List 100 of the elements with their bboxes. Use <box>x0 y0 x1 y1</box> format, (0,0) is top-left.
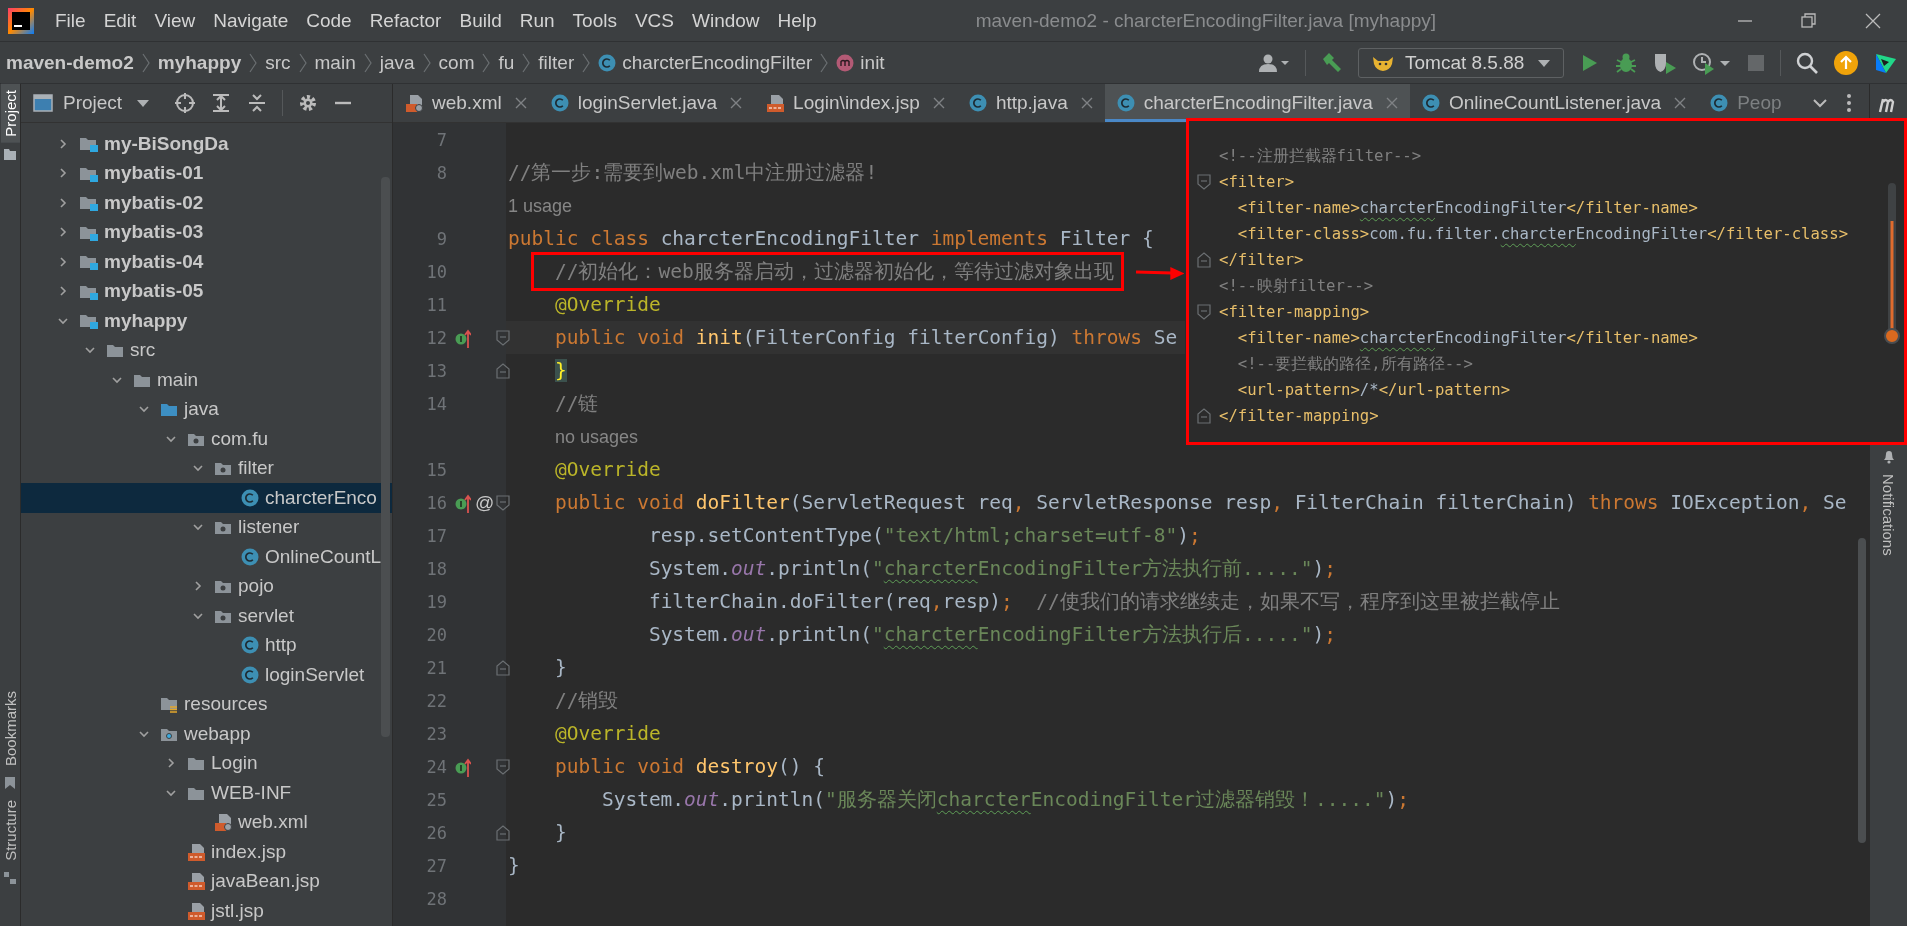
breadcrumb-item[interactable]: maven-demo2 <box>6 51 134 74</box>
tool-window-tab[interactable]: Structure <box>0 793 20 867</box>
tool-window-tab[interactable]: Notifications <box>1879 468 1898 562</box>
fold-marker-icon[interactable] <box>495 494 510 511</box>
code-line: resp.setContentType("text/html;charset=utf-8"); <box>647 523 1201 549</box>
tree-item[interactable]: jstl.jsp <box>21 896 392 926</box>
menu-item[interactable]: Edit <box>94 9 146 32</box>
bell-icon[interactable] <box>1881 448 1896 464</box>
tree-item[interactable]: javaBean.jsp <box>21 866 392 896</box>
crosshair-icon[interactable] <box>174 92 197 114</box>
tree-item[interactable]: web.xml <box>21 807 392 837</box>
breadcrumb-item[interactable]: main <box>314 51 356 74</box>
tree-item[interactable]: charcterEnco <box>21 483 392 513</box>
fold-marker-icon[interactable] <box>1197 304 1211 320</box>
fold-marker-icon[interactable] <box>495 329 510 346</box>
editor-tab[interactable]: loginServlet.java <box>538 84 755 122</box>
code-line: </filter-mapping> <box>1219 406 1379 427</box>
breadcrumb-item[interactable]: filter <box>538 51 575 74</box>
search-icon[interactable] <box>1795 50 1819 75</box>
tree-item[interactable]: OnlineCountL <box>21 542 392 572</box>
tree-item[interactable]: servlet <box>21 601 392 631</box>
tree-item[interactable]: mybatis-04 <box>21 247 392 277</box>
editor-tab[interactable]: OnlineCountListener.java <box>1409 84 1699 122</box>
menu-item[interactable]: File <box>46 9 95 32</box>
implementation-marker-icon[interactable] <box>455 756 471 777</box>
structure-icon[interactable] <box>3 870 17 885</box>
tree-item[interactable]: loginServlet <box>21 660 392 690</box>
tree-item[interactable]: resources <box>21 689 392 719</box>
tree-item[interactable]: src <box>21 335 392 365</box>
more-icon[interactable] <box>1845 93 1852 113</box>
menu-item[interactable]: Code <box>297 9 361 32</box>
tree-item[interactable]: my-BiSongDa <box>21 129 392 159</box>
fold-marker-icon[interactable] <box>495 758 510 775</box>
tree-item[interactable]: pojo <box>21 571 392 601</box>
code-line: </filter> <box>1219 250 1304 271</box>
breadcrumb-item[interactable]: myhappy <box>157 51 242 74</box>
tree-item[interactable]: mybatis-05 <box>21 276 392 306</box>
tool-window-tab[interactable]: Project <box>0 84 20 143</box>
menu-item[interactable]: Help <box>768 9 826 32</box>
close-icon[interactable] <box>730 97 743 109</box>
menu-item[interactable]: Refactor <box>360 9 451 32</box>
folder-icon[interactable] <box>3 146 17 161</box>
fold-marker-icon[interactable] <box>1197 174 1211 190</box>
scrollbar[interactable] <box>1858 538 1866 843</box>
implementation-marker-icon[interactable] <box>455 327 471 348</box>
bookmark-icon[interactable] <box>3 775 17 790</box>
fold-marker-icon[interactable] <box>1197 408 1211 424</box>
tree-item[interactable]: mybatis-02 <box>21 188 392 218</box>
menu-item[interactable]: Navigate <box>204 9 298 32</box>
tree-item[interactable]: filter <box>21 453 392 483</box>
menu-item[interactable]: VCS <box>625 9 683 32</box>
editor-tab[interactable]: Login\index.jsp <box>754 84 957 122</box>
breadcrumb-item[interactable]: com <box>438 51 475 74</box>
run-configuration-dropdown[interactable]: Tomcat 8.5.88 <box>1358 47 1564 78</box>
line-number: 19 <box>425 591 447 612</box>
tree-item[interactable]: mybatis-03 <box>21 217 392 247</box>
tree-item[interactable]: index.jsp <box>21 837 392 867</box>
clock-play-icon[interactable] <box>1692 50 1732 75</box>
close-icon[interactable] <box>932 97 945 109</box>
separator-icon <box>582 51 591 74</box>
caret-icon[interactable] <box>136 98 151 108</box>
line-number: 7 <box>435 129 447 150</box>
tree-item[interactable]: myhappy <box>21 306 392 336</box>
editor-tab[interactable]: charcterEncodingFilter.java <box>1104 84 1410 122</box>
code-line: <!--映射filter--> <box>1219 276 1374 297</box>
tree-item[interactable]: Login <box>21 748 392 778</box>
menu-item[interactable]: Window <box>683 9 769 32</box>
implementation-marker-icon[interactable] <box>455 492 471 513</box>
tree-item[interactable]: java <box>21 394 392 424</box>
annotation-marker[interactable]: @ <box>475 491 495 514</box>
menu-item[interactable]: Tools <box>563 9 626 32</box>
restore-icon[interactable] <box>1799 10 1819 31</box>
tool-window-tab[interactable]: Bookmarks <box>0 684 20 772</box>
fold-marker-icon[interactable] <box>495 659 510 676</box>
tree-item[interactable]: webapp <box>21 719 392 749</box>
fold-marker-icon[interactable] <box>495 362 510 379</box>
tree-item[interactable]: listener <box>21 512 392 542</box>
breadcrumb-item[interactable]: charcterEncodingFilter <box>622 51 813 74</box>
tree-item[interactable]: mybatis-01 <box>21 158 392 188</box>
fold-marker-icon[interactable] <box>495 824 510 841</box>
close-icon[interactable] <box>514 97 527 109</box>
menu-item[interactable]: Build <box>450 9 511 32</box>
close-icon[interactable] <box>1080 97 1093 109</box>
breadcrumb-item[interactable]: fu <box>498 51 515 74</box>
close-icon[interactable] <box>1674 97 1687 109</box>
project-view-dropdown[interactable]: Project <box>63 92 123 114</box>
tree-item[interactable]: http <box>21 630 392 660</box>
editor-tab[interactable]: web.xml <box>393 84 539 122</box>
breadcrumb-item[interactable]: java <box>379 51 415 74</box>
scrollbar[interactable] <box>381 177 390 737</box>
tree-item[interactable]: WEB-INF <box>21 778 392 808</box>
hammer-icon[interactable] <box>1320 50 1344 75</box>
menu-item[interactable]: Run <box>510 9 564 32</box>
editor-tab[interactable]: http.java <box>956 84 1105 122</box>
menu-item[interactable]: View <box>145 9 205 32</box>
tree-item[interactable]: com.fu <box>21 424 392 454</box>
breadcrumb-item[interactable]: src <box>265 51 291 74</box>
breadcrumb-item[interactable]: init <box>860 51 885 74</box>
fold-marker-icon[interactable] <box>1197 252 1211 268</box>
tree-item[interactable]: main <box>21 365 392 395</box>
